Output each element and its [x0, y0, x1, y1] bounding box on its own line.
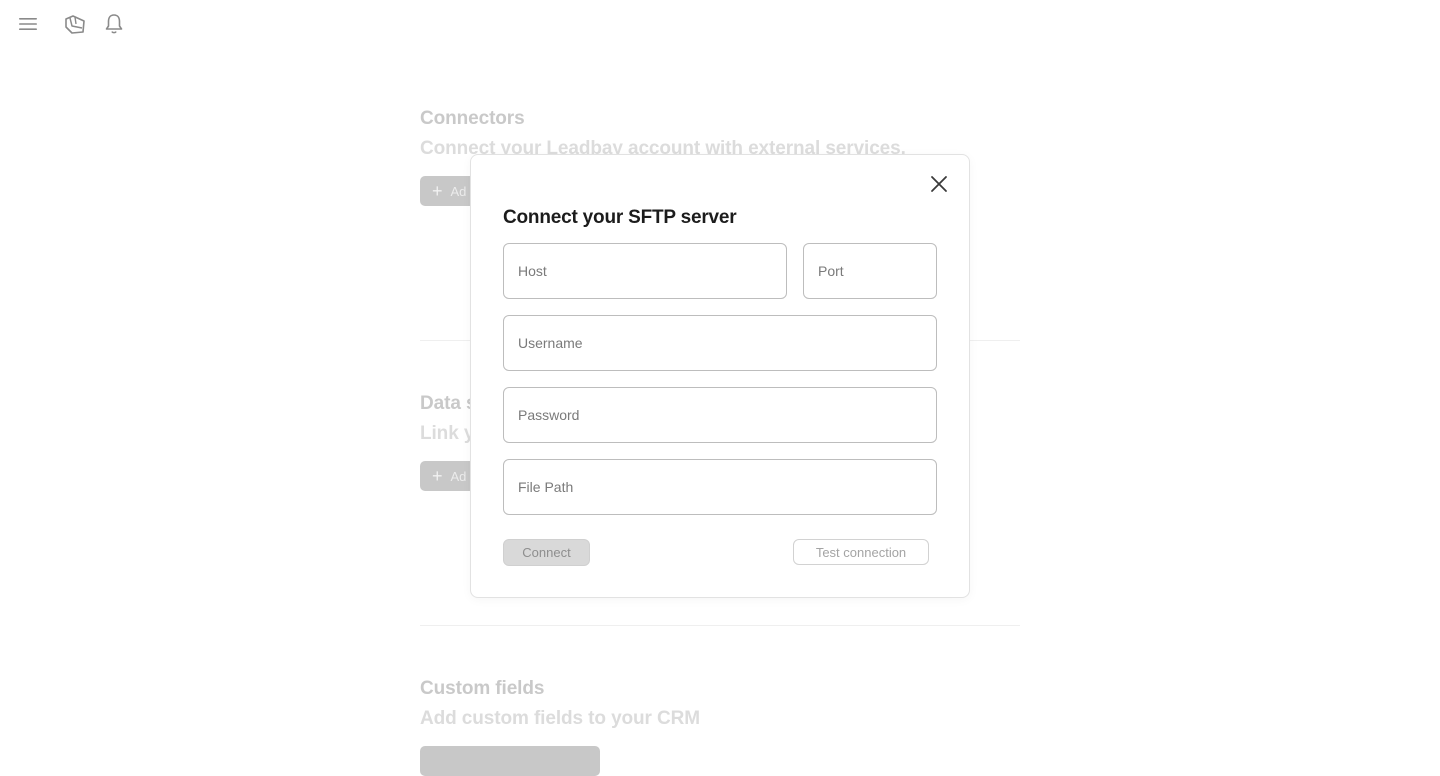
password-input[interactable] — [504, 388, 936, 442]
sftp-connect-modal: Connect your SFTP server Connect Test co… — [470, 154, 970, 598]
add-data-source-label: Ad — [450, 468, 467, 484]
bell-icon[interactable] — [102, 12, 126, 36]
port-input[interactable] — [804, 244, 936, 298]
host-field[interactable] — [503, 243, 787, 299]
add-custom-field-button[interactable] — [420, 746, 600, 776]
close-icon[interactable] — [927, 172, 951, 196]
test-connection-button[interactable]: Test connection — [793, 539, 929, 565]
connectors-section: Connectors Connect your Leadbay account … — [420, 108, 1020, 206]
menu-icon[interactable] — [16, 12, 40, 36]
plus-icon: + — [432, 466, 443, 486]
custom-fields-subtitle: Add custom fields to your CRM — [420, 708, 700, 729]
port-field[interactable] — [803, 243, 937, 299]
username-input[interactable] — [504, 316, 936, 370]
add-connector-label: Ad — [450, 183, 467, 199]
password-field[interactable] — [503, 387, 937, 443]
file-path-field[interactable] — [503, 459, 937, 515]
custom-fields-title: Custom fields — [420, 678, 545, 699]
file-path-input[interactable] — [504, 460, 936, 514]
leadbay-logo-icon[interactable] — [63, 12, 87, 36]
top-bar — [0, 0, 1440, 48]
custom-fields-section: Custom fields Add custom fields to your … — [420, 678, 1020, 776]
section-divider — [420, 625, 1020, 626]
username-field[interactable] — [503, 315, 937, 371]
plus-icon: + — [432, 181, 443, 201]
modal-title: Connect your SFTP server — [503, 207, 737, 228]
host-input[interactable] — [504, 244, 786, 298]
connect-button[interactable]: Connect — [503, 539, 590, 566]
connectors-title: Connectors — [420, 108, 525, 129]
